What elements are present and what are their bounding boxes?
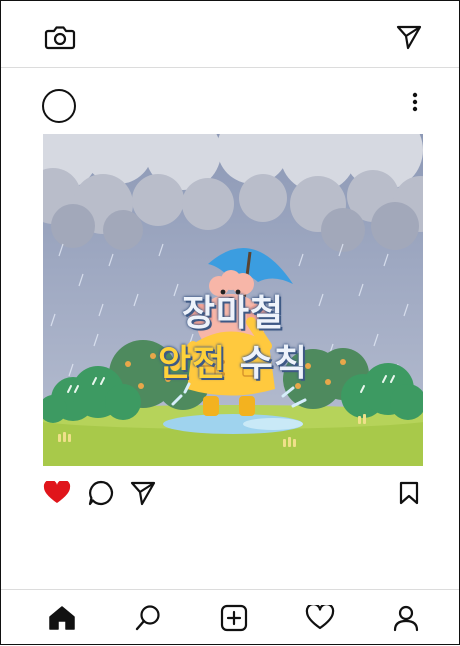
avatar[interactable] — [42, 89, 76, 123]
send-icon[interactable] — [394, 22, 424, 52]
profile-icon[interactable] — [391, 604, 421, 632]
search-icon[interactable] — [133, 604, 163, 632]
add-post-icon[interactable] — [219, 604, 249, 632]
like-heart-icon[interactable] — [42, 479, 72, 507]
comment-icon[interactable] — [87, 479, 115, 507]
app-frame: 장마철 안전 수칙 — [0, 0, 460, 645]
post-actions — [1, 471, 459, 515]
activity-heart-icon[interactable] — [304, 604, 336, 632]
bottom-nav — [1, 589, 459, 646]
more-vertical-icon[interactable] — [405, 89, 425, 115]
top-bar — [1, 1, 459, 68]
post-image[interactable]: 장마철 안전 수칙 — [43, 134, 423, 466]
home-icon[interactable] — [47, 604, 77, 632]
share-icon[interactable] — [129, 479, 157, 507]
bookmark-icon[interactable] — [397, 479, 421, 507]
camera-icon[interactable] — [43, 22, 77, 52]
rain-illustration — [43, 134, 423, 466]
